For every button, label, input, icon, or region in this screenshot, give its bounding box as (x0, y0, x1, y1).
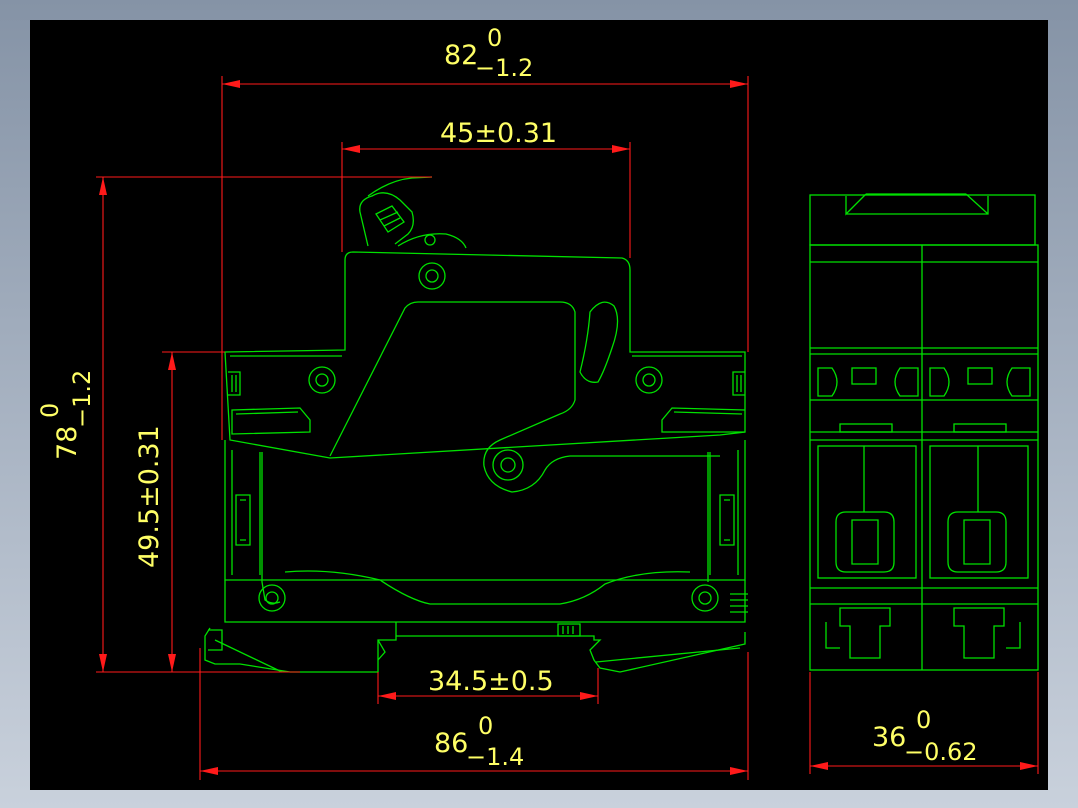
front-view (204, 176, 748, 673)
dim-82-nominal: 82 (444, 40, 478, 71)
mechanism-slot (579, 301, 619, 383)
dimension-82: 82 0 −1.2 (444, 24, 533, 82)
dim-34-5-text: 34.5±0.5 (428, 666, 554, 697)
front-middle-body (224, 440, 746, 581)
dim-82-upper: 0 (487, 24, 502, 52)
front-upper-housing (224, 251, 746, 459)
screw-top (418, 262, 446, 290)
pivot-pin (492, 449, 524, 481)
dim-78-upper: 0 (36, 403, 64, 418)
technical-drawing: 82 0 −1.2 45±0.31 78 0 −1.2 49.5±0.31 34… (36, 24, 1039, 780)
dim-86-lower: −1.4 (466, 743, 524, 771)
dimension-78: 78 0 −1.2 (36, 370, 96, 460)
toggle-handle (359, 192, 414, 247)
dim-49-5-text: 49.5±0.31 (134, 425, 165, 568)
dimension-lines (96, 76, 1039, 780)
screw-bottom-right (691, 584, 719, 612)
screw-right (635, 366, 663, 394)
screw-bottom-left (258, 584, 286, 612)
dim-36-lower: −0.62 (904, 738, 978, 766)
dimension-36: 36 0 −0.62 (872, 706, 978, 766)
dim-82-lower: −1.2 (475, 54, 533, 82)
dim-78-lower: −1.2 (68, 370, 96, 428)
left-clip-slot (231, 407, 311, 435)
dimension-86: 86 0 −1.4 (434, 712, 524, 771)
dim-78-nominal: 78 (52, 426, 83, 460)
side-body (809, 244, 1039, 671)
screw-left (308, 366, 336, 394)
rail-clip-left (204, 622, 397, 673)
side-view (809, 193, 1039, 671)
cad-viewport[interactable]: 82 0 −1.2 45±0.31 78 0 −1.2 49.5±0.31 34… (30, 20, 1048, 790)
dim-86-nominal: 86 (434, 728, 468, 759)
dim-36-nominal: 36 (872, 722, 906, 753)
side-top-cap (809, 194, 1036, 246)
dim-45-text: 45±0.31 (440, 118, 557, 149)
dim-86-upper: 0 (478, 712, 493, 740)
mechanism-plate (329, 301, 720, 493)
dim-36-upper: 0 (916, 706, 931, 734)
front-lower-body (224, 580, 746, 623)
